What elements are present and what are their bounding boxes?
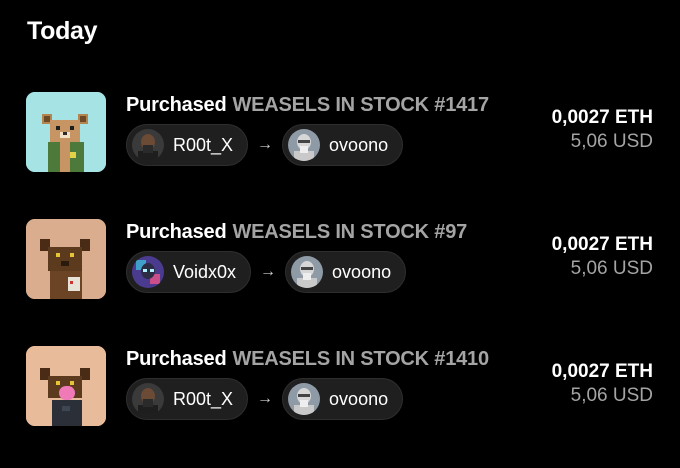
arrow-right-icon: → [257,390,274,407]
price-block: 0,0027 ETH 5,06 USD [552,106,653,154]
price-usd: 5,06 USD [570,385,653,406]
arrow-right-icon: → [257,136,274,153]
seller-pill[interactable]: R00t_X [126,378,249,420]
activity-row[interactable]: PurchasedWEASELS IN STOCK #97 Voidx0x → [0,219,680,303]
arrow-right-icon: → [260,263,277,280]
activity-row[interactable]: Purchased WEASELS IN STOCK #1410 R00t_X → [0,346,680,430]
transfer-route: R00t_X → ovoono [126,378,404,420]
seller-pill[interactable]: Voidx0x [126,251,252,293]
buyer-name: ovoono [329,388,389,409]
buyer-avatar-icon [288,383,321,415]
buyer-pill[interactable]: ovoono [285,251,407,293]
seller-avatar-icon [132,129,164,161]
price-eth: 0,0027 ETH [551,361,653,382]
transfer-route: Voidx0x → ovoono [126,251,407,293]
seller-name: R00t_X [173,388,234,409]
action-label: Purchased [126,221,227,243]
activity-row[interactable]: Purchased WEASELS IN STOCK #1417 R00t_X → [0,92,680,176]
price-block: 0,0027 ETH 5,06 USD [552,360,653,408]
activity-page: Today Purchased WEASELS IN STOCK #1417 R… [0,0,680,468]
price-eth: 0,0027 ETH [551,234,653,255]
seller-pill[interactable]: R00t_X [126,124,249,166]
buyer-avatar-icon [288,129,321,161]
activity-description: Purchased WEASELS IN STOCK #1410 [126,348,489,371]
price-usd: 5,06 USD [570,131,653,152]
price-block: 0,0027 ETH 5,06 USD [552,233,653,281]
buyer-name: ovoono [332,261,392,282]
buyer-name: ovoono [329,134,389,155]
action-label: Purchased [126,348,227,370]
nft-thumbnail[interactable] [26,219,106,299]
item-name-link[interactable]: WEASELS IN STOCK #1417 [232,94,489,116]
nft-thumbnail[interactable] [26,346,106,426]
section-title: Today [27,17,98,45]
transfer-route: R00t_X → ovoono [126,124,404,166]
weasel-pixel-art-icon [26,219,106,299]
price-eth: 0,0027 ETH [551,107,653,128]
weasel-pixel-art-icon [26,92,106,172]
item-name-link[interactable]: WEASELS IN STOCK #97 [232,221,467,243]
weasel-pixel-art-icon [26,346,106,426]
nft-thumbnail[interactable] [26,92,106,172]
activity-description: Purchased WEASELS IN STOCK #97 [126,221,467,244]
seller-name: R00t_X [173,134,234,155]
seller-avatar-icon [132,383,164,415]
buyer-pill[interactable]: ovoono [282,378,404,420]
item-name-link[interactable]: WEASELS IN STOCK #1410 [232,348,489,370]
seller-avatar-icon [132,256,164,288]
seller-name: Voidx0x [173,261,237,282]
price-usd: 5,06 USD [570,258,653,279]
buyer-avatar-icon [291,256,324,288]
action-label: Purchased [126,94,227,116]
buyer-pill[interactable]: ovoono [282,124,404,166]
activity-description: Purchased WEASELS IN STOCK #1417 [126,94,489,117]
